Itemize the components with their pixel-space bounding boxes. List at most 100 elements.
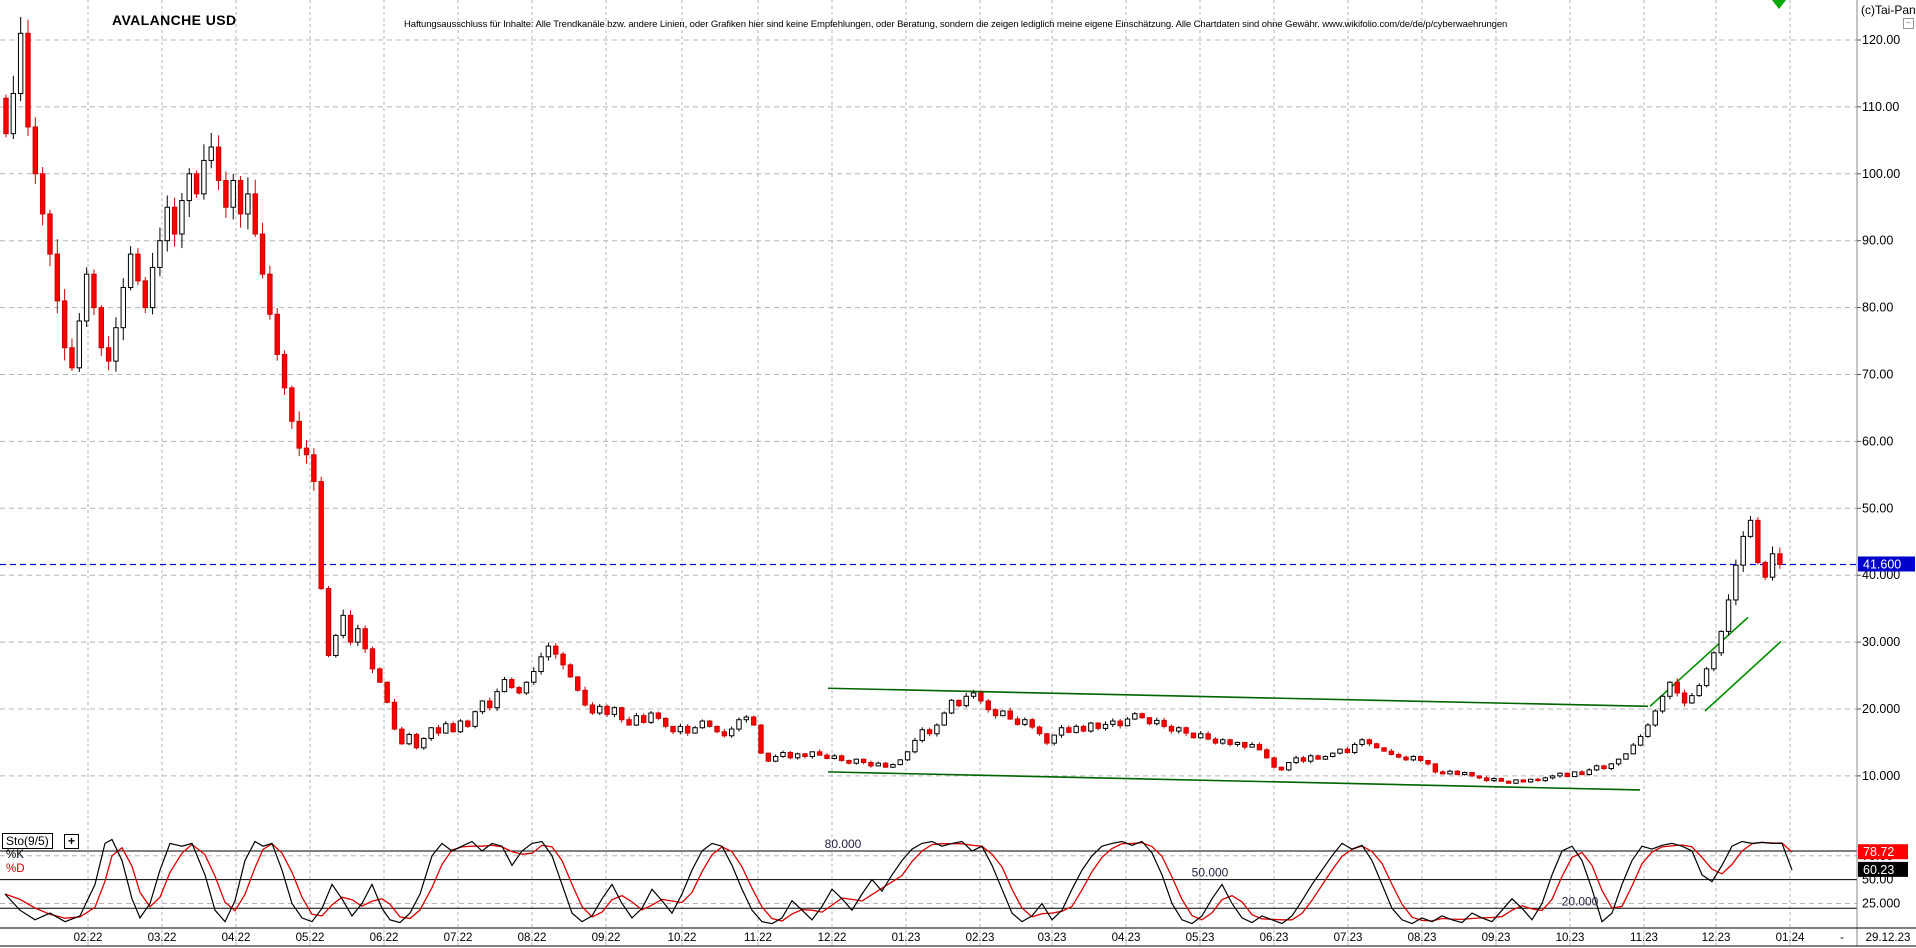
candle-body [1111, 721, 1115, 724]
candle-body [656, 713, 660, 718]
x-axis-label: 04.23 [1112, 932, 1141, 944]
candle-body [678, 726, 682, 731]
candle-body [1565, 773, 1569, 776]
candle-body [1228, 740, 1232, 745]
candle-body [1331, 753, 1335, 756]
candle-body [1477, 776, 1481, 778]
percent-d-curve [5, 842, 1792, 921]
candle-body [1243, 742, 1247, 747]
candle-body [297, 421, 301, 448]
candle-body [48, 214, 52, 254]
candle-body [1133, 714, 1137, 719]
candle-body [539, 657, 543, 672]
candle-body [1484, 778, 1488, 781]
candle-body [334, 635, 338, 655]
candle-body [788, 752, 792, 757]
candle-body [1653, 711, 1657, 725]
candle-body [444, 724, 448, 733]
candle-body [1624, 754, 1628, 759]
candle-body [612, 708, 616, 715]
candle-body [92, 274, 96, 307]
candle-body [1682, 693, 1686, 703]
candle-body [649, 713, 653, 722]
candle-body [1059, 728, 1063, 735]
copyright-label: (c)Tai-Pan [1861, 3, 1916, 17]
candle-body [216, 147, 220, 180]
price-axis-label: 90.00 [1862, 234, 1893, 248]
candle-body [825, 755, 829, 758]
candle-body [231, 180, 235, 207]
candle-body [106, 348, 110, 361]
candle-body [84, 274, 88, 321]
stoch-level-label: 50.000 [1192, 866, 1229, 880]
candle-body [957, 700, 961, 705]
candle-body [891, 765, 895, 768]
candle-body [502, 680, 506, 692]
candle-body [1580, 772, 1584, 775]
candle-body [378, 669, 382, 682]
candle-body [707, 721, 711, 726]
x-axis-label: 03.22 [148, 932, 177, 944]
candle-body [363, 629, 367, 649]
candle-body [495, 692, 499, 708]
candle-body [627, 720, 631, 725]
candle-body [671, 726, 675, 731]
candle-body [517, 688, 521, 693]
candle-body [1147, 718, 1151, 724]
candle-body [568, 665, 572, 677]
x-axis-label: 01.23 [892, 932, 921, 944]
add-indicator-button[interactable]: + [64, 834, 79, 849]
candle-body [913, 740, 917, 751]
candle-body [1382, 748, 1386, 751]
candle-body [744, 717, 748, 720]
candle-body [590, 705, 594, 713]
candle-body [348, 615, 352, 642]
candle-body [920, 730, 924, 741]
candle-body [1001, 711, 1005, 716]
candle-body [737, 720, 741, 729]
candle-body [1081, 726, 1085, 731]
candle-body [1367, 740, 1371, 744]
price-axis-label: 60.00 [1862, 434, 1893, 448]
candle-body [1037, 727, 1041, 734]
percent-d-badge: 78.72 [1863, 845, 1894, 859]
candle-body [429, 728, 433, 739]
candle-body [1499, 779, 1503, 782]
candle-body [407, 734, 411, 743]
candle-body [1206, 734, 1210, 739]
stochastic-settings-button[interactable]: Sto(9/5) [2, 833, 53, 849]
candle-body [1125, 719, 1129, 726]
steep-lower-trendline [1705, 641, 1781, 711]
candle-body [304, 448, 308, 455]
candle-body [1448, 771, 1452, 774]
price-axis-label: 10.000 [1862, 769, 1900, 783]
candle-body [1543, 778, 1547, 781]
candle-body [993, 710, 997, 716]
candle-body [319, 482, 323, 589]
candle-body [70, 348, 74, 368]
candle-body [422, 738, 426, 747]
candle-body [971, 693, 975, 696]
candle-body [964, 696, 968, 705]
candle-body [1455, 771, 1459, 774]
candle-body [202, 160, 206, 193]
candle-body [1008, 711, 1012, 719]
candle-body [1536, 779, 1540, 780]
collapse-icon[interactable]: – [1903, 18, 1914, 29]
candle-body [642, 716, 646, 723]
x-axis-label: 09.23 [1482, 932, 1511, 944]
candle-body [466, 721, 470, 726]
candle-body [693, 728, 697, 733]
percent-d-legend: %D [6, 863, 25, 875]
candle-body [436, 728, 440, 733]
candle-body [1631, 745, 1635, 754]
candle-body [1250, 744, 1254, 747]
candle-body [114, 328, 118, 361]
candle-body [1748, 520, 1752, 536]
candle-body [1389, 751, 1393, 754]
candle-body [1162, 720, 1166, 726]
candle-body [11, 94, 15, 134]
candle-body [1550, 776, 1554, 778]
candle-body [40, 174, 44, 214]
candle-body [1587, 770, 1591, 775]
